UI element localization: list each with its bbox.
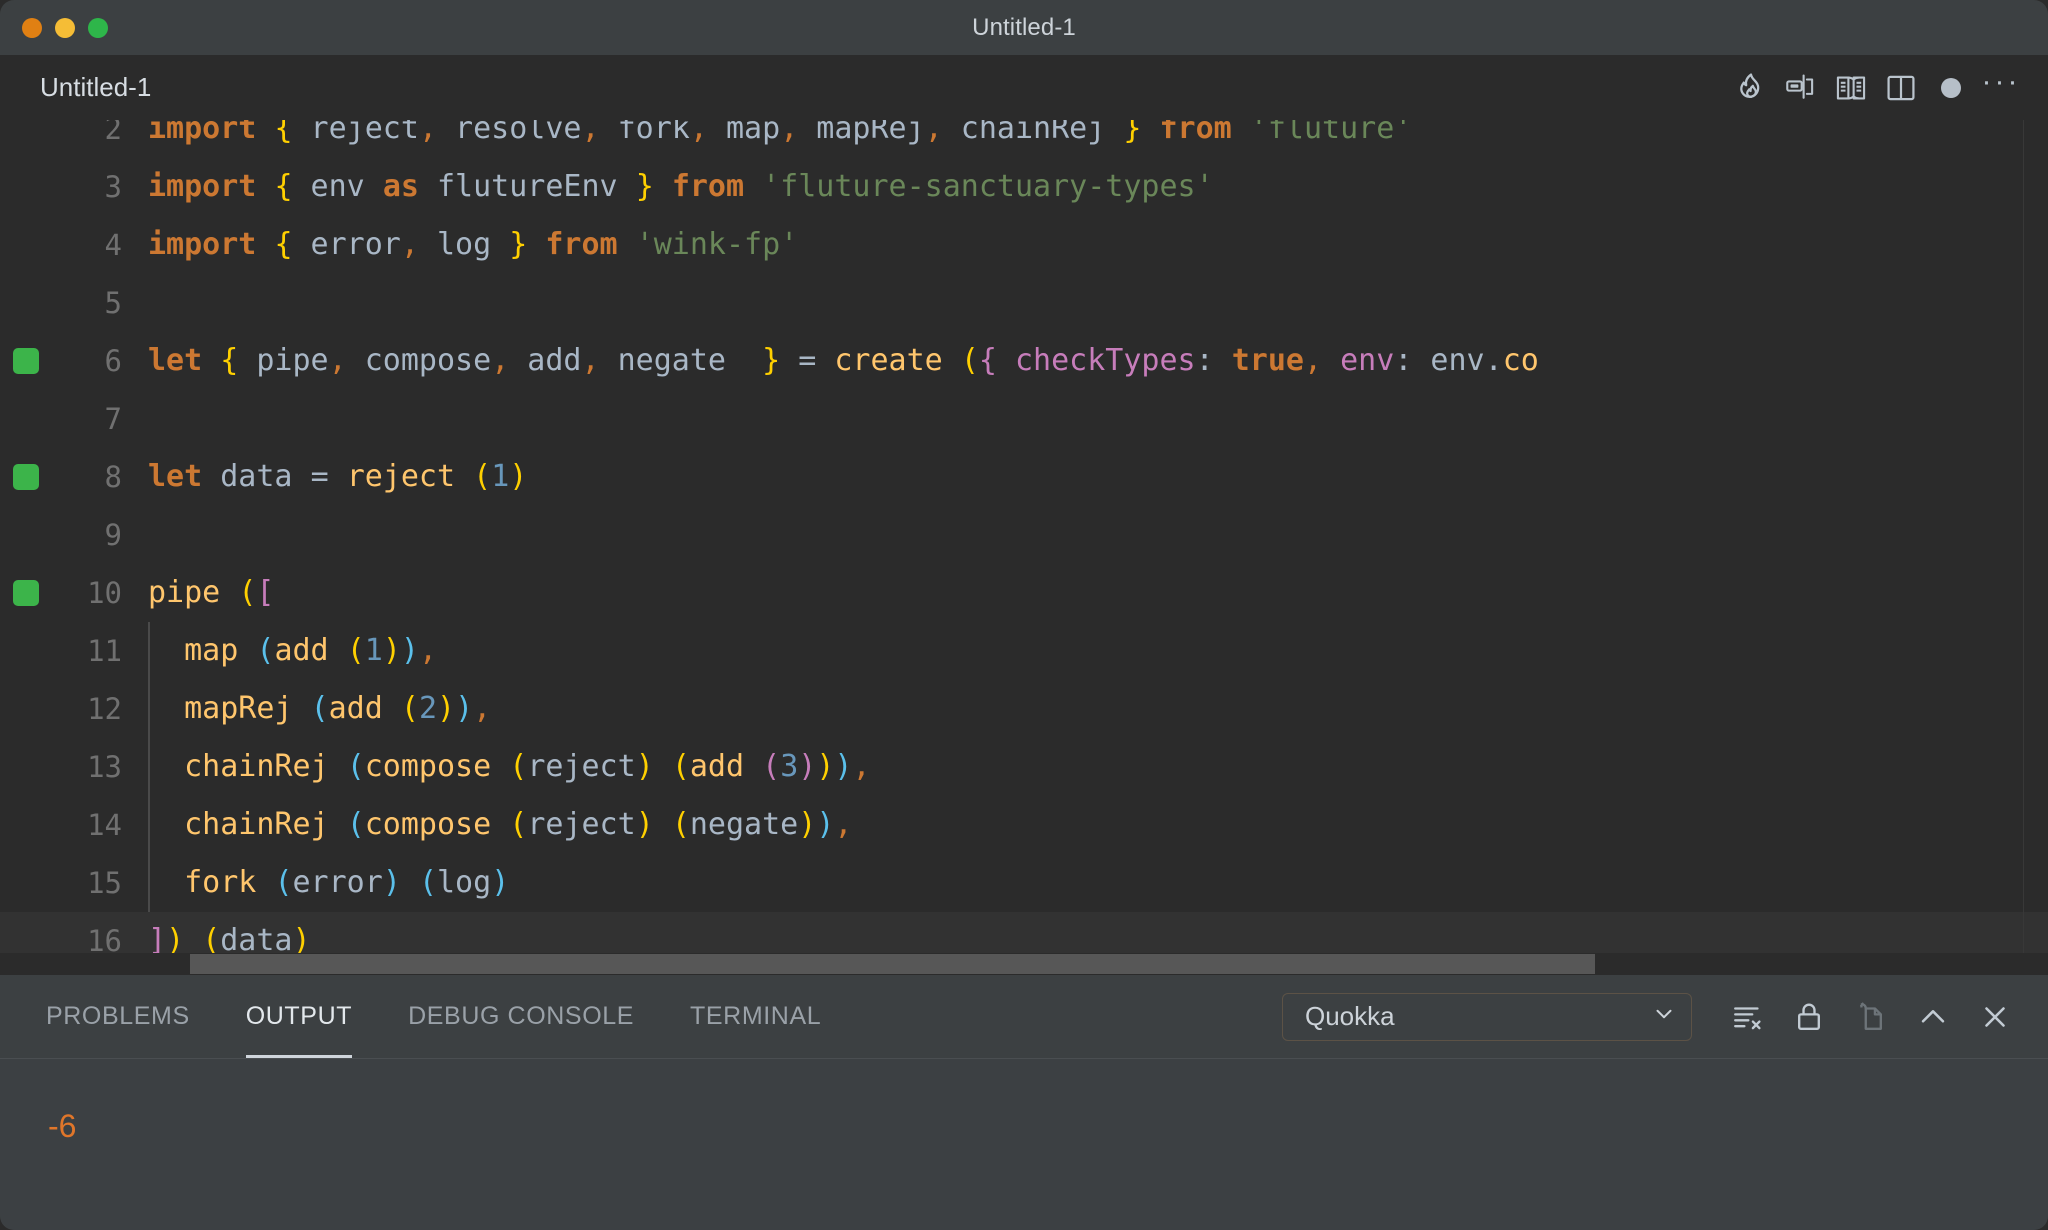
bottom-panel: PROBLEMS OUTPUT DEBUG CONSOLE TERMINAL Quok… (0, 975, 2048, 1230)
line-text: import { reject, resolve, fork, map, map… (148, 120, 1413, 146)
editor-tab-label: Untitled-1 (40, 72, 152, 102)
code-line[interactable]: 3 import { env as flutureEnv } from 'flut… (0, 158, 2048, 216)
line-number: 10 (87, 576, 122, 610)
line-text: chainRej (compose (reject) (negate)), (184, 807, 853, 842)
line-text: let { pipe, compose, add, negate } = cre… (148, 343, 1539, 378)
editor-overview-ruler (2023, 120, 2024, 975)
line-number: 9 (104, 518, 122, 552)
code-line[interactable]: 7 (0, 390, 2048, 448)
line-number: 15 (87, 866, 122, 900)
line-number: 12 (87, 692, 122, 726)
more-actions-icon[interactable]: ··· (1976, 57, 2026, 119)
line-text: import { error, log } from 'wink-fp' (148, 227, 799, 262)
code-line[interactable]: 10 pipe ([ (0, 564, 2048, 622)
open-in-editor-icon[interactable] (1840, 986, 1902, 1048)
title-bar: Untitled-1 (0, 0, 2048, 55)
panel-tab-output[interactable]: OUTPUT (245, 975, 353, 1058)
line-text: import { env as flutureEnv } from 'flutu… (148, 169, 1214, 204)
line-number: 8 (104, 460, 122, 494)
line-number: 14 (87, 808, 122, 842)
vscode-window: Untitled-1 Untitled-1 ··· 2 import {rej… (0, 0, 2048, 1230)
output-line: -6 (48, 1108, 77, 1144)
line-number: 7 (104, 402, 122, 436)
line-number: 2 (104, 120, 122, 146)
code-line[interactable]: 4 import { error, log } from 'wink-fp' (0, 216, 2048, 274)
window-title: Untitled-1 (972, 14, 1076, 41)
line-text: chainRej (compose (reject) (add (3))), (184, 749, 871, 784)
line-text: let data = reject (1) (148, 459, 528, 494)
code-lines-container: 2 import { reject, resolve, fork, map, ma… (0, 120, 2048, 975)
code-editor[interactable]: 2 import { reject, resolve, fork, map, ma… (0, 120, 2048, 975)
clear-output-icon[interactable] (1716, 986, 1778, 1048)
line-number: 13 (87, 750, 122, 784)
code-line[interactable]: 2 import { reject, resolve, fork, map, ma… (0, 120, 2048, 158)
editor-tab-bar: Untitled-1 ··· (0, 55, 2048, 120)
line-text: map (add (1)), (184, 633, 437, 668)
output-panel-body[interactable]: -6 (0, 1058, 2048, 1230)
line-number: 4 (104, 228, 122, 262)
code-line[interactable]: 14 chainRej (compose (reject) (negate)), (0, 796, 2048, 854)
editor-scrollbar-thumb[interactable] (190, 954, 1595, 974)
panel-divider (0, 1058, 2048, 1059)
chevron-down-icon (1651, 1001, 1677, 1032)
line-number: 6 (104, 344, 122, 378)
compare-icon[interactable] (1776, 63, 1826, 113)
panel-tabs: PROBLEMS OUTPUT DEBUG CONSOLE TERMINAL (0, 975, 877, 1058)
line-text: fork (error) (log) (184, 865, 510, 900)
panel-tab-terminal[interactable]: TERMINAL (690, 975, 821, 1058)
line-number: 5 (104, 286, 122, 320)
unsaved-dot-icon[interactable] (1926, 63, 1976, 113)
split-editor-icon[interactable] (1876, 63, 1926, 113)
maximize-panel-icon[interactable] (1902, 986, 1964, 1048)
code-line[interactable]: 11 map (add (1)), (0, 622, 2048, 680)
code-line[interactable]: 5 (0, 274, 2048, 332)
open-preview-icon[interactable] (1826, 63, 1876, 113)
output-channel-select[interactable]: Quokka (1282, 992, 1692, 1041)
panel-tab-debug-console[interactable]: DEBUG CONSOLE (408, 975, 634, 1058)
quokka-flame-icon[interactable] (1726, 63, 1776, 113)
code-line[interactable]: 9 (0, 506, 2048, 564)
editor-actions: ··· (1726, 55, 2026, 120)
code-line[interactable]: 12 mapRej (add (2)), (0, 680, 2048, 738)
lock-scroll-icon[interactable] (1778, 986, 1840, 1048)
editor-tab-untitled-1[interactable]: Untitled-1 (0, 55, 177, 120)
output-channel-label: Quokka (1305, 1001, 1395, 1031)
editor-horizontal-scrollbar[interactable] (0, 953, 2048, 975)
code-line[interactable]: 13 chainRej (compose (reject) (add (3)))… (0, 738, 2048, 796)
line-text: pipe ([ (148, 575, 275, 610)
close-panel-icon[interactable] (1964, 986, 2026, 1048)
code-line[interactable]: 15 fork (error) (log) (0, 854, 2048, 912)
panel-header-actions: Quokka (1282, 975, 2026, 1058)
panel-tab-problems[interactable]: PROBLEMS (46, 975, 190, 1058)
code-line[interactable]: 8 let data = reject (1) (0, 448, 2048, 506)
code-line[interactable]: 6 let { pipe, compose, add, negate } = cr… (0, 332, 2048, 390)
line-number: 3 (104, 170, 122, 204)
panel-header: PROBLEMS OUTPUT DEBUG CONSOLE TERMINAL Quok… (0, 975, 2048, 1058)
line-number: 11 (87, 634, 122, 668)
line-text: mapRej (add (2)), (184, 691, 492, 726)
